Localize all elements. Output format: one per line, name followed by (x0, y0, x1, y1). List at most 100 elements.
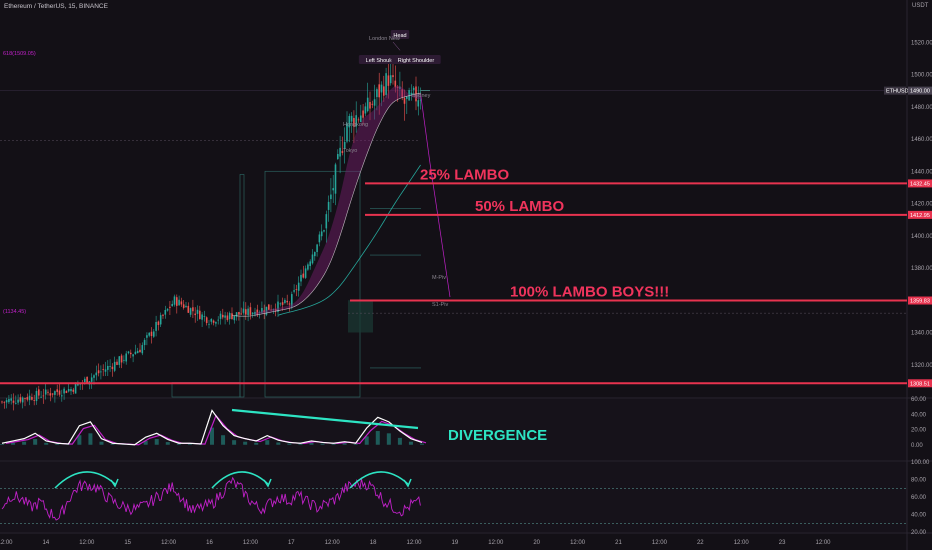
candle-body (141, 345, 144, 354)
macd-histogram-bar (420, 443, 424, 445)
candle-body (242, 308, 245, 313)
candle-body (35, 390, 38, 402)
macd-histogram-bar (287, 443, 292, 445)
candle-body (362, 110, 364, 118)
macd-histogram-bar (165, 442, 170, 445)
time-tick: 17 (288, 540, 295, 546)
candle-body (297, 282, 300, 291)
price-tick: 1400.00 (911, 234, 932, 240)
candle-body (182, 304, 185, 308)
candle-body (199, 310, 201, 320)
candle-body (387, 75, 390, 86)
candle-body (65, 390, 68, 394)
time-tick: 14 (43, 540, 50, 546)
candle-body (162, 314, 164, 316)
candle-body (136, 350, 139, 354)
candle-body (178, 299, 180, 306)
candle-body (157, 321, 160, 325)
candle-body (61, 395, 63, 397)
candle-body (123, 359, 125, 361)
time-tick: 12:00 (243, 540, 259, 546)
candle-body (281, 302, 284, 305)
candle-body (311, 254, 314, 264)
chart-canvas[interactable]: 25% LAMBO50% LAMBO100% LAMBO BOYS!!!Head… (0, 0, 932, 550)
candle-body (176, 297, 178, 306)
candle-body (373, 99, 376, 106)
candle-body (318, 234, 321, 243)
candle-body (24, 398, 26, 400)
candle-body (159, 315, 162, 325)
candle-body (217, 319, 219, 321)
rsi-panel (0, 462, 907, 532)
time-tick: 23 (779, 540, 786, 546)
session-label: Hongkong (343, 122, 368, 128)
macd-histogram-bar (11, 442, 16, 445)
macd-histogram-bar (298, 443, 303, 445)
candle-body (366, 97, 369, 112)
indicator-tag: (1134.45) (3, 309, 26, 315)
price-tick: 1520.00 (911, 40, 932, 46)
candle-body (84, 378, 86, 383)
price-tick: 1460.00 (911, 137, 932, 143)
candle-body (95, 372, 98, 376)
candle-body (100, 371, 102, 373)
time-tick: 22 (697, 540, 704, 546)
candle-body (249, 307, 252, 315)
right-shoulder-label: Right Shoulder (398, 58, 435, 64)
macd-histogram-bar (375, 431, 380, 445)
price-tick: 1320.00 (911, 363, 932, 369)
candle-body (228, 313, 231, 320)
macd-histogram-bar (88, 433, 93, 445)
candle-body (63, 388, 65, 394)
candle-body (10, 398, 12, 401)
price-tick: 1380.00 (911, 266, 932, 272)
candle-body (173, 296, 176, 305)
candle-body (334, 164, 337, 194)
time-tick: 12:00 (652, 540, 668, 546)
indicator-tag: 618(1509.05) (3, 51, 36, 57)
macd-histogram-bar (110, 443, 115, 445)
time-tick: 12:00 (734, 540, 750, 546)
candle-body (309, 261, 311, 267)
candle-body (316, 244, 318, 253)
macd-histogram-bar (44, 442, 49, 445)
price-tick: 1420.00 (911, 202, 932, 208)
macd-histogram-bar (353, 443, 358, 445)
macd-histogram-bar (0, 443, 4, 445)
candle-body (284, 299, 286, 303)
candle-body (54, 391, 56, 395)
macd-histogram-bar (265, 440, 270, 445)
candle-body (224, 315, 226, 318)
candle-body (215, 322, 217, 324)
candle-body (40, 396, 42, 398)
candle-body (245, 309, 247, 315)
candle-body (337, 154, 339, 160)
macd-histogram-bar (99, 441, 104, 445)
macd-tick: 0.00 (911, 443, 923, 449)
candle-body (74, 383, 77, 394)
macd-histogram-bar (176, 443, 181, 445)
candle-body (219, 313, 222, 319)
candle-body (295, 289, 298, 291)
price-tick: 1500.00 (911, 73, 932, 79)
level-price-tag: 1432.45 (910, 181, 930, 187)
candle-body (72, 389, 75, 392)
price-panel (0, 10, 907, 397)
level-price-tag: 1308.51 (910, 381, 930, 387)
candle-body (143, 339, 146, 346)
candle-body (376, 89, 378, 98)
macd-histogram-bar (154, 439, 159, 445)
candle-body (233, 315, 236, 321)
candle-body (120, 355, 123, 363)
candle-body (403, 98, 406, 104)
candle-body (51, 393, 54, 395)
candle-body (307, 264, 309, 270)
candle-body (109, 366, 111, 367)
level-price-tag: 1412.95 (910, 213, 930, 219)
candle-body (350, 115, 353, 122)
candle-body (189, 308, 192, 315)
candle-body (332, 188, 334, 191)
candle-body (113, 361, 116, 371)
candle-body (320, 231, 323, 237)
candle-body (58, 390, 61, 395)
